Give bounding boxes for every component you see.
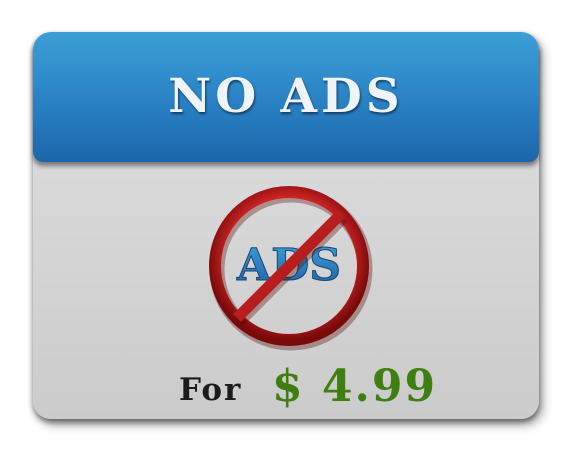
price-value: $ 4.99 — [272, 361, 438, 412]
offer-header: NO ADS — [33, 32, 539, 162]
price-line: For $ 4.99 — [33, 360, 539, 414]
offer-title: NO ADS — [168, 69, 404, 124]
no-ads-icon: ADS — [209, 186, 373, 351]
price-prefix: For — [179, 372, 243, 408]
no-ads-purchase-card[interactable]: NO ADS ADS For $ 4.99 — [33, 32, 539, 419]
